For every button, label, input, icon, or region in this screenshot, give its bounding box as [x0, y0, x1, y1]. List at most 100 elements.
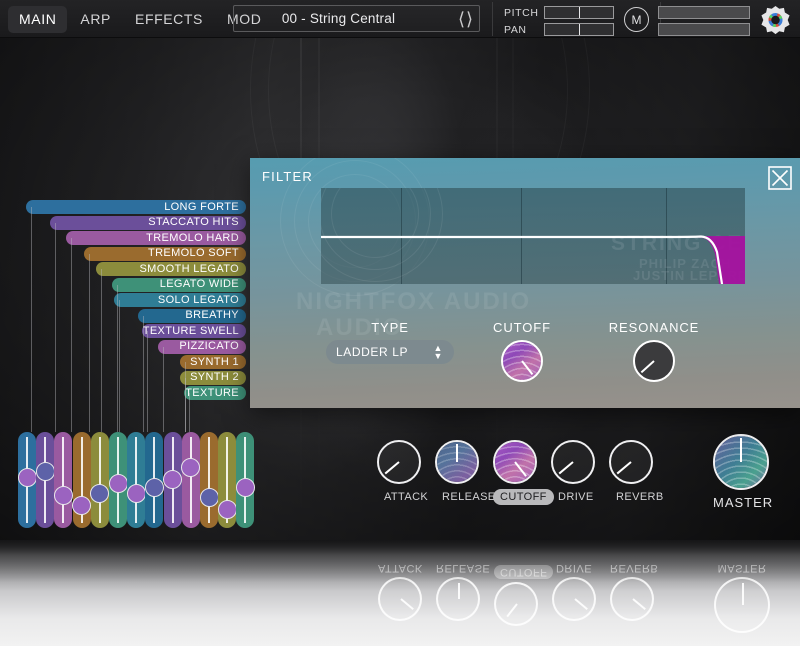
knob-pointer: [617, 461, 632, 474]
filter-panel: NIGHTFOX AUDIO AUDIO FILTER STRING CENTR…: [250, 158, 800, 408]
reflection-knob-dial: [610, 577, 654, 621]
knob-master[interactable]: MASTER: [713, 434, 771, 510]
layer-connector: [119, 300, 120, 432]
midi-learn-label: M: [632, 13, 642, 27]
layer-row: LEGATO WIDE: [20, 278, 246, 294]
macro-knob-row: ATTACK RELEASE CUTOFF DRIVE REVERB MASTER: [0, 440, 800, 510]
reflection-knob-pointer: [742, 583, 744, 605]
layer-name: STACCATO HITS: [148, 216, 239, 228]
pitch-slider[interactable]: [544, 6, 614, 19]
filter-type-select[interactable]: LADDER LP ▲▼: [326, 340, 454, 364]
layer-pill[interactable]: STACCATO HITS: [50, 216, 246, 230]
layer-connector: [31, 207, 32, 432]
layer-name: TEXTURE SWELL: [143, 325, 239, 337]
meter-bar-bottom: [658, 23, 750, 36]
filter-type-label: TYPE: [326, 320, 454, 335]
filter-cutoff-label: CUTOFF: [472, 320, 572, 335]
layer-pill[interactable]: LONG FORTE: [26, 200, 246, 214]
layer-row: BREATHY: [20, 309, 246, 325]
layer-pill[interactable]: SOLO LEGATO: [114, 293, 246, 307]
layer-name: PIZZICATO: [179, 340, 239, 352]
filter-cutoff-knob[interactable]: [501, 340, 543, 382]
pan-label: PAN: [504, 24, 527, 36]
reflection-knobs: ATTACKRELEASECUTOFFDRIVEREVERBMASTER: [0, 540, 800, 646]
chevron-right-icon[interactable]: ⟩: [466, 9, 473, 29]
knob-label: DRIVE: [551, 489, 597, 505]
filter-resonance-label: RESONANCE: [586, 320, 722, 335]
knob-dial[interactable]: [435, 440, 479, 484]
reflection-knob-label: ATTACK: [378, 562, 422, 574]
reflection-plate: ATTACKRELEASECUTOFFDRIVEREVERBMASTER: [0, 540, 800, 646]
layer-connector: [163, 347, 164, 433]
knob-label: ATTACK: [377, 489, 423, 505]
knob-reverb[interactable]: REVERB: [609, 440, 655, 505]
midi-learn-button[interactable]: M: [624, 7, 649, 32]
knob-cutoff[interactable]: CUTOFF: [493, 440, 539, 505]
reflection-knob-pointer: [632, 598, 646, 610]
chevron-left-icon[interactable]: ⟨: [458, 9, 465, 29]
gear-icon[interactable]: [760, 5, 791, 35]
filter-response-graph[interactable]: STRING CENTRAL PHILIP ZACH JUSTIN LEPARD: [321, 188, 745, 284]
tab-main[interactable]: MAIN: [8, 6, 67, 33]
layer-row: SYNTH 2: [20, 371, 246, 387]
layer-connector: [89, 254, 90, 433]
layer-name: SOLO LEGATO: [158, 294, 239, 306]
layer-name: LONG FORTE: [164, 201, 239, 213]
layer-connector: [55, 223, 56, 433]
reflection-knob-dial: [378, 577, 422, 621]
reflection-knob-dial: [436, 577, 480, 621]
knob-label: CUTOFF: [493, 489, 539, 505]
layer-pill[interactable]: TEXTURE: [184, 386, 246, 400]
layer-row: SMOOTH LEGATO: [20, 262, 246, 278]
plugin-window: ATTACK RELEASE CUTOFF DRIVE REVERB MASTER MAI…: [0, 0, 800, 646]
tab-arp[interactable]: ARP: [69, 6, 122, 33]
reflection-knob-dial: [494, 582, 538, 626]
layer-pill[interactable]: SYNTH 1: [180, 355, 246, 369]
knob-dial[interactable]: [551, 440, 595, 484]
knob-attack[interactable]: ATTACK: [377, 440, 423, 505]
knob-dial[interactable]: [609, 440, 653, 484]
preset-selector[interactable]: 00 - String Central ⟨⟩: [233, 5, 480, 32]
layer-name: SMOOTH LEGATO: [140, 263, 240, 275]
layer-row: STACCATO HITS: [20, 216, 246, 232]
reflection-knob-label: RELEASE: [436, 562, 480, 574]
reflection-knob-label: CUTOFF: [494, 565, 553, 579]
knob-pointer: [559, 461, 574, 474]
layer-connector: [101, 269, 102, 432]
layer-pill[interactable]: SMOOTH LEGATO: [96, 262, 246, 276]
layer-pill[interactable]: SYNTH 2: [180, 371, 246, 385]
knob-dial[interactable]: [377, 440, 421, 484]
layer-connector: [117, 285, 118, 433]
close-icon[interactable]: [768, 166, 792, 190]
knob-label: MASTER: [713, 495, 771, 510]
layer-pill[interactable]: TREMOLO SOFT: [84, 247, 246, 261]
layer-name: SYNTH 1: [190, 356, 239, 368]
reflection-knob-dial: [714, 577, 770, 633]
layer-name: LEGATO WIDE: [160, 278, 239, 290]
filter-resonance-knob[interactable]: [633, 340, 675, 382]
layer-pill[interactable]: TREMOLO HARD: [66, 231, 246, 245]
layer-pill[interactable]: PIZZICATO: [158, 340, 246, 354]
reflection-knob-pointer: [400, 598, 414, 610]
layer-row: TEXTURE SWELL: [20, 324, 246, 340]
knob-drive[interactable]: DRIVE: [551, 440, 597, 505]
knob-pointer: [385, 461, 400, 474]
layer-row: TEXTURE: [20, 386, 246, 402]
layer-row: SYNTH 1: [20, 355, 246, 371]
layer-list: LONG FORTE STACCATO HITS TREMOLO HARD TREMO…: [20, 200, 246, 402]
knob-dial[interactable]: [713, 434, 769, 490]
chevron-updown-icon: ▲▼: [433, 344, 443, 360]
top-bar: MAINARPEFFECTSMOD 00 - String Central ⟨⟩…: [0, 0, 800, 38]
pan-slider[interactable]: [544, 23, 614, 36]
preset-name: 00 - String Central: [234, 6, 479, 31]
layer-pill[interactable]: LEGATO WIDE: [112, 278, 246, 292]
knob-release[interactable]: RELEASE: [435, 440, 481, 505]
knob-dial[interactable]: [493, 440, 537, 484]
layer-pill[interactable]: TEXTURE SWELL: [142, 324, 246, 338]
tab-effects[interactable]: EFFECTS: [124, 6, 214, 33]
layer-pill[interactable]: BREATHY: [138, 309, 246, 323]
layer-name: SYNTH 2: [190, 371, 239, 383]
reflection-knob: MASTER: [714, 562, 770, 633]
filter-panel-title: FILTER: [262, 169, 313, 184]
pitch-label: PITCH: [504, 7, 539, 19]
